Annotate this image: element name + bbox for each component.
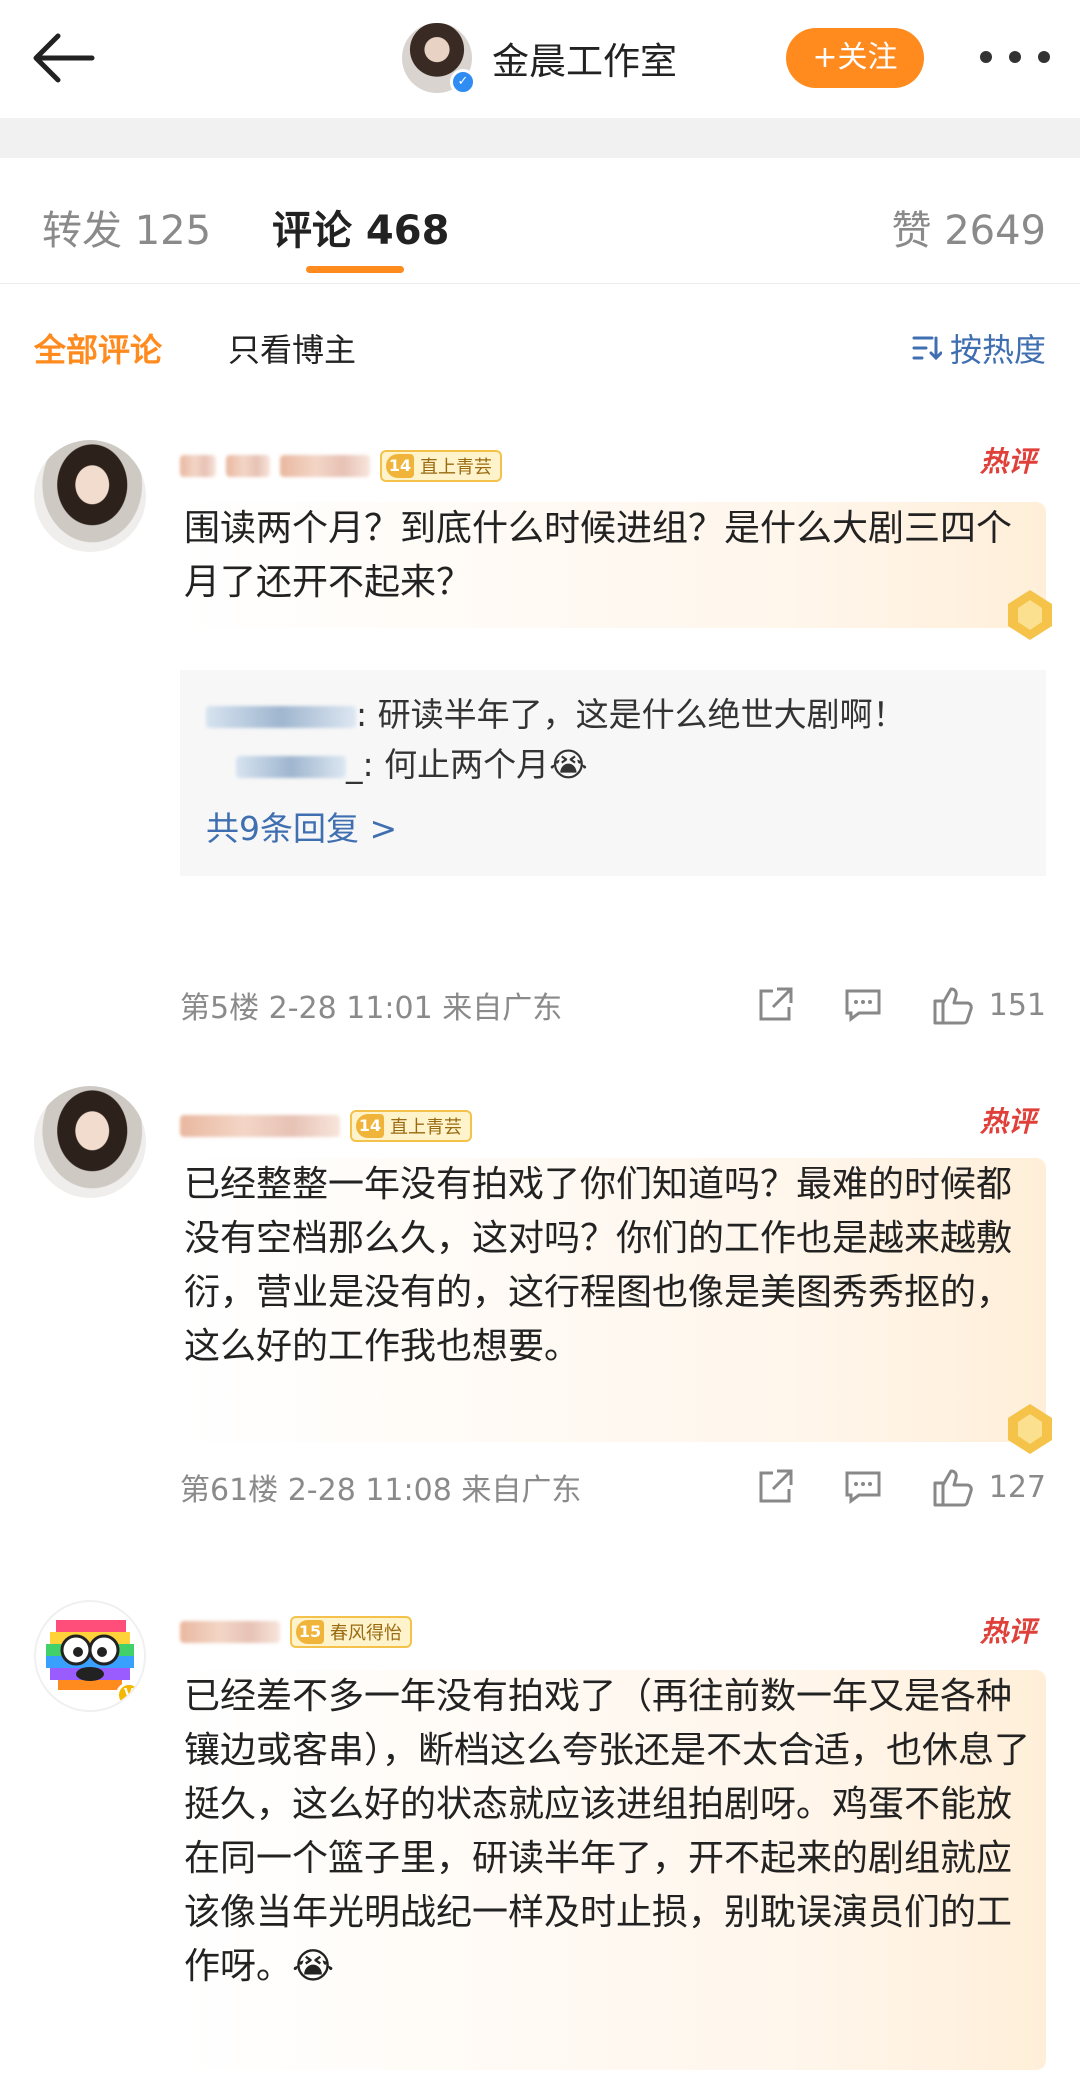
like-count: 151 — [988, 987, 1046, 1023]
sort-by-popularity[interactable]: 按热度 — [912, 325, 1046, 371]
level-badge: 14 直上青芸 — [350, 1110, 472, 1142]
tab-likes[interactable]: 赞 2649 — [891, 198, 1046, 256]
commenter-name[interactable]: 14 直上青芸 — [180, 1106, 472, 1146]
sort-icon — [912, 336, 942, 361]
commenter-avatar[interactable] — [34, 1086, 146, 1198]
comment-icon[interactable] — [843, 985, 883, 1025]
hot-comment-badge: 热评 — [979, 1615, 1036, 1648]
like-button[interactable]: 151 — [931, 983, 1046, 1027]
hot-comment-badge: 热评 — [979, 1105, 1036, 1138]
filter-author-only[interactable]: 只看博主 — [228, 325, 356, 371]
tab-reposts[interactable]: 转发 125 — [42, 198, 211, 256]
medal-icon — [1008, 1404, 1052, 1454]
more-options-icon[interactable] — [980, 42, 1050, 72]
back-arrow-icon[interactable] — [28, 30, 98, 86]
reply-item[interactable]: _: 何止两个月😭 — [206, 740, 1020, 790]
reply-item[interactable]: : 研读半年了，这是什么绝世大剧啊！ — [206, 690, 1020, 740]
medal-icon — [1008, 590, 1052, 640]
commenter-name[interactable]: 15 春风得怡 — [180, 1612, 412, 1652]
tab-comments[interactable]: 评论 468 — [272, 198, 449, 256]
account-header[interactable]: ✓ 金晨工作室 — [402, 20, 677, 96]
level-badge: 14 直上青芸 — [380, 450, 502, 482]
comment-filters: 全部评论 只看博主 按热度 — [0, 285, 1080, 410]
section-divider — [0, 118, 1080, 158]
commenter-name[interactable]: 14 直上青芸 — [180, 446, 502, 486]
floor-time-location: 第61楼 2-28 11:08 来自广东 — [180, 1473, 582, 1508]
comment-icon[interactable] — [843, 1467, 883, 1507]
account-avatar[interactable]: ✓ — [402, 23, 476, 95]
verified-icon: ✓ — [450, 69, 476, 95]
post-tabs: 转发 125 评论 468 赞 2649 — [0, 158, 1080, 284]
active-tab-indicator — [306, 266, 404, 273]
view-all-replies-link[interactable]: 共9条回复 > — [206, 804, 1020, 854]
commenter-avatar[interactable] — [34, 440, 146, 552]
comment-text: 已经整整一年没有拍戏了你们知道吗？最难的时候都没有空档那么久，这对吗？你们的工作… — [180, 1158, 1046, 1442]
filter-all-comments[interactable]: 全部评论 — [34, 325, 162, 371]
thumbs-up-icon — [933, 987, 973, 1025]
reply-preview[interactable]: : 研读半年了，这是什么绝世大剧啊！ _: 何止两个月😭 共9条回复 > — [180, 670, 1046, 876]
top-bar: ✓ 金晨工作室 +关注 — [0, 0, 1080, 118]
thumbs-up-icon — [933, 1469, 973, 1507]
comment-text: 围读两个月？到底什么时候进组？是什么大剧三四个月了还开不起来？ — [180, 502, 1046, 628]
share-icon[interactable] — [755, 1467, 795, 1507]
hot-comment-badge: 热评 — [979, 445, 1036, 478]
verified-icon: V — [116, 1682, 142, 1708]
follow-button[interactable]: +关注 — [786, 28, 924, 88]
floor-time-location: 第5楼 2-28 11:01 来自广东 — [180, 991, 563, 1026]
like-count: 127 — [988, 1469, 1046, 1505]
like-button[interactable]: 127 — [931, 1465, 1046, 1509]
commenter-avatar[interactable]: V — [34, 1600, 146, 1712]
comment-meta: 第61楼 2-28 11:08 来自广东 127 — [180, 1462, 1046, 1512]
comment-text: 已经差不多一年没有拍戏了（再往前数一年又是各种镶边或客串），断档这么夸张还是不太… — [180, 1670, 1046, 2070]
share-icon[interactable] — [755, 985, 795, 1025]
level-badge: 15 春风得怡 — [290, 1616, 412, 1648]
account-name[interactable]: 金晨工作室 — [492, 31, 677, 85]
comment-meta: 第5楼 2-28 11:01 来自广东 151 — [180, 980, 1046, 1030]
sort-label: 按热度 — [949, 331, 1046, 369]
